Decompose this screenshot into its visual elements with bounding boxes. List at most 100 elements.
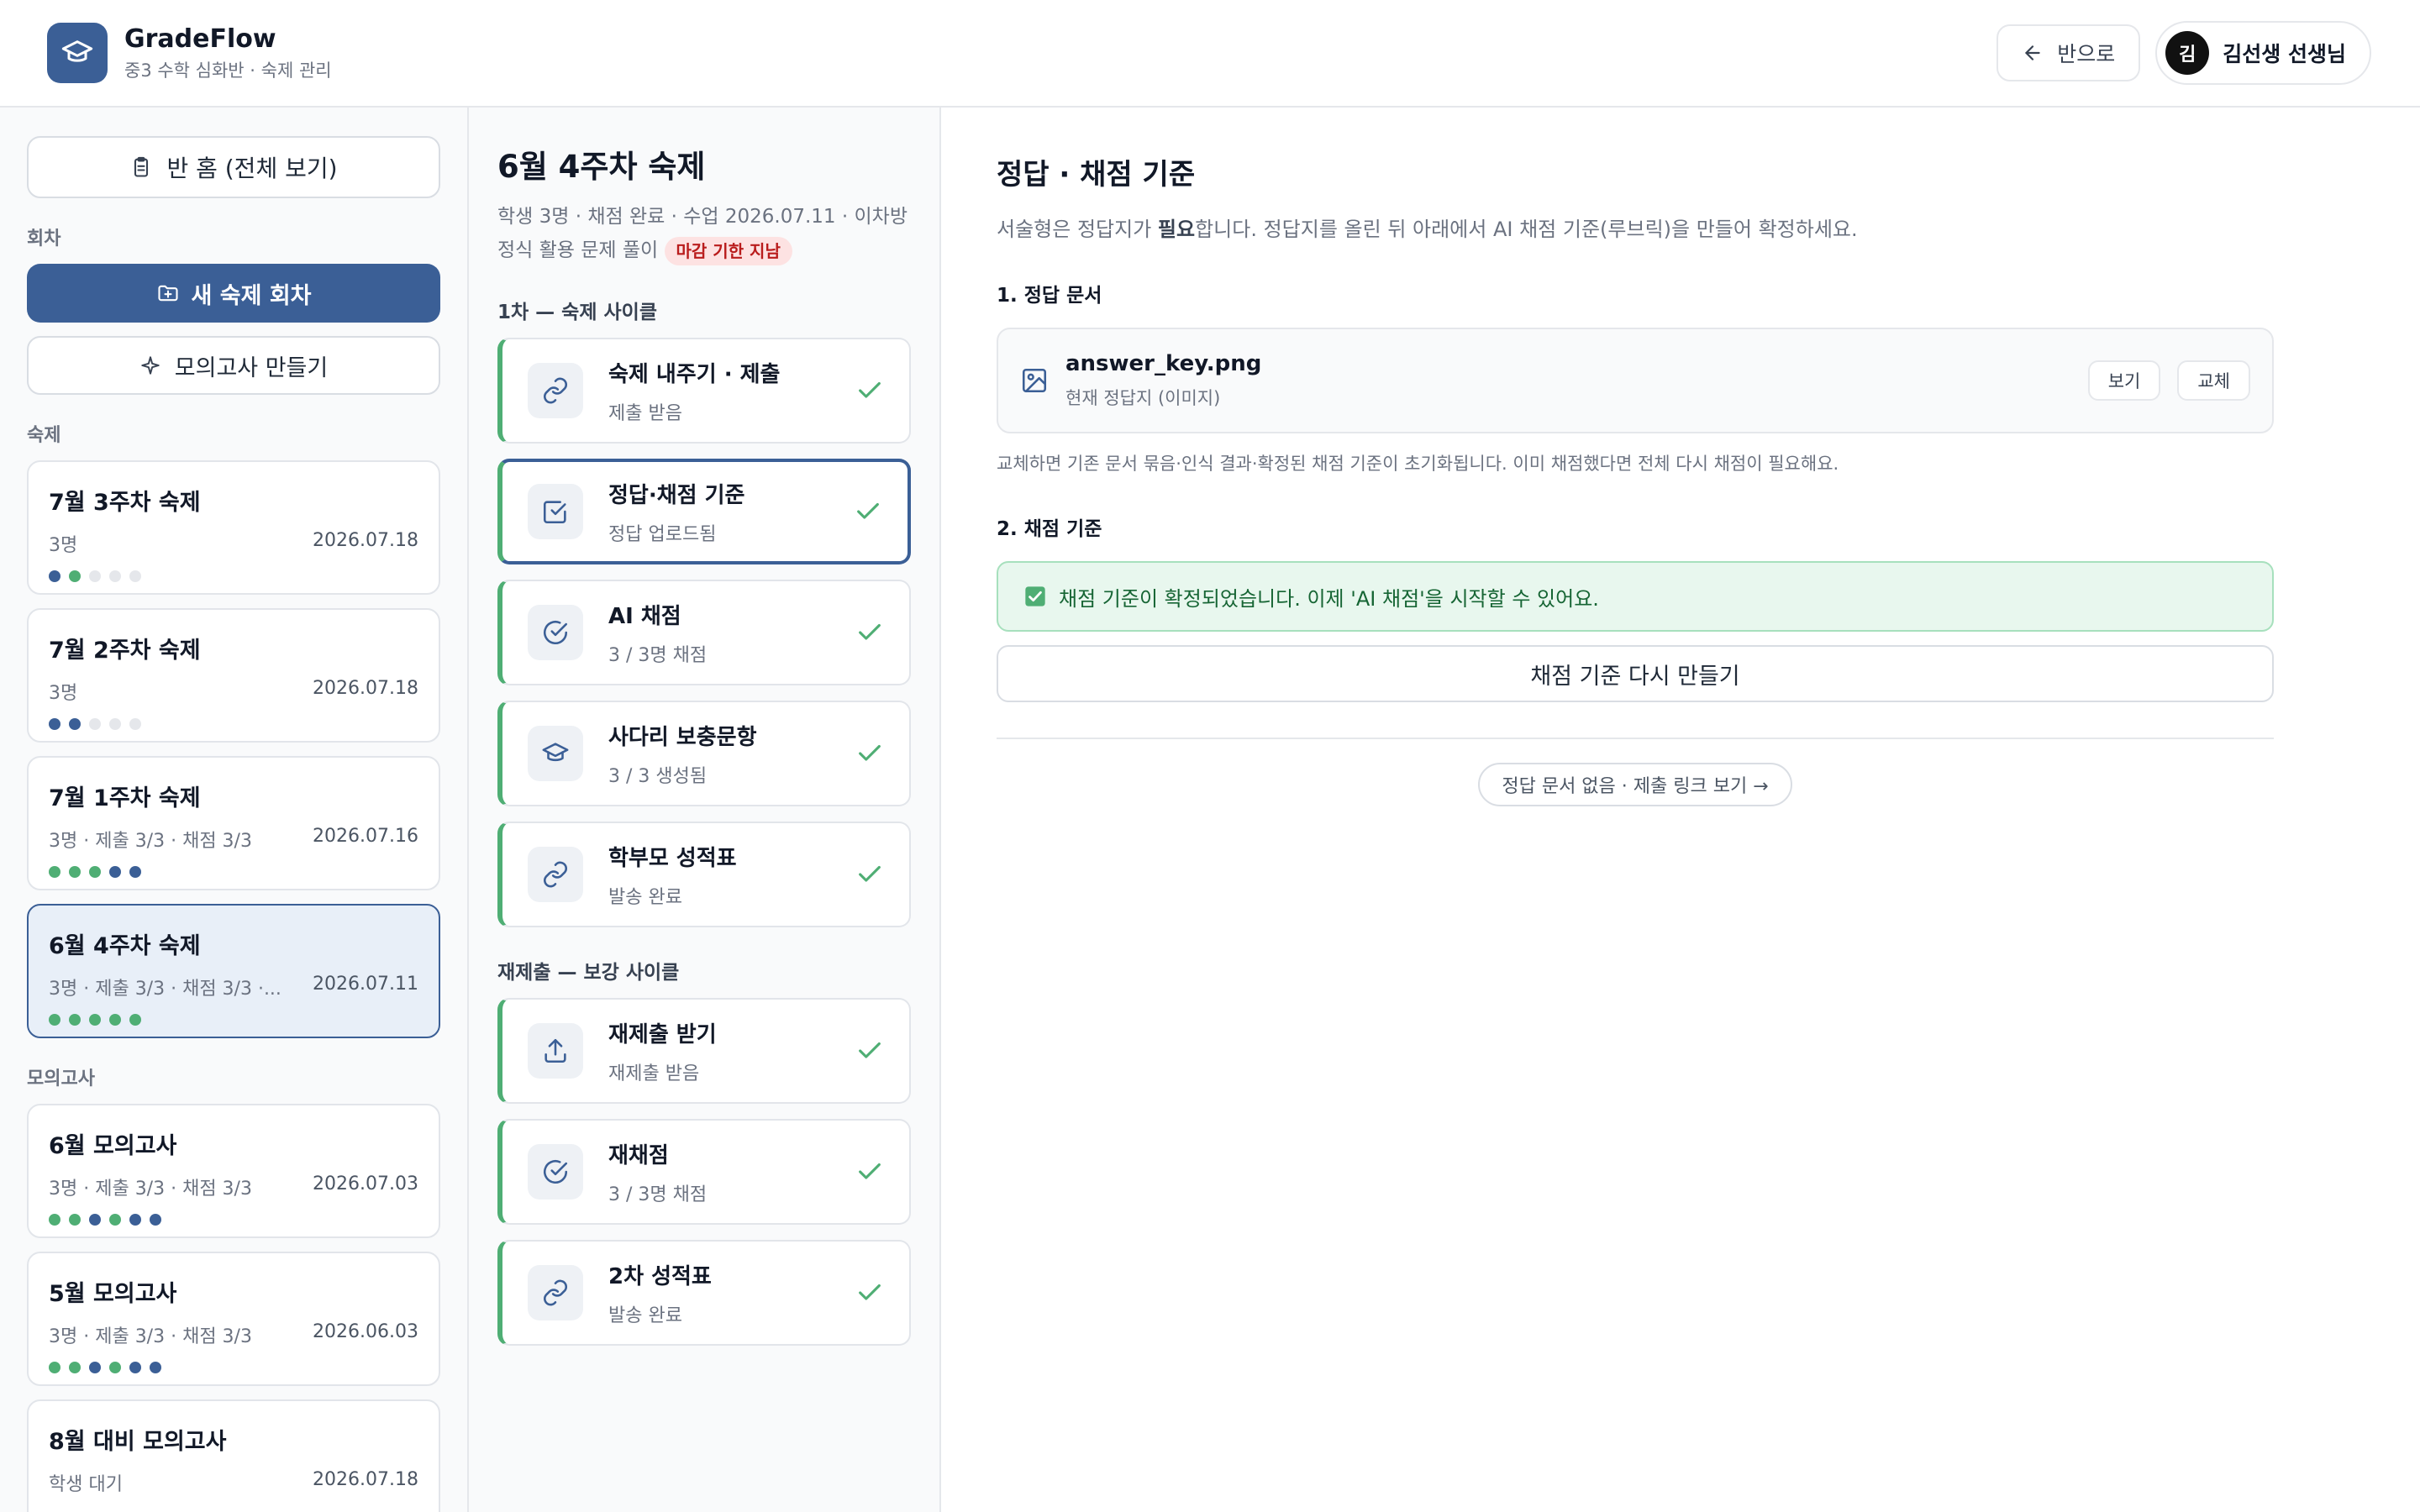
top-header: GradeFlow 중3 수학 심화반 · 숙제 관리 반으로 김 김선생 선생…: [0, 0, 2420, 108]
check-icon: [859, 865, 881, 882]
progress-dot: [69, 1014, 81, 1026]
rubric-panel: 정답 · 채점 기준 서술형은 정답지가 필요합니다. 정답지를 올린 뒤 아래…: [941, 108, 2420, 1512]
homework-card[interactable]: 7월 2주차 숙제 3명 2026.07.18: [27, 608, 440, 743]
progress-dots: [49, 1362, 418, 1373]
image-icon: [1022, 368, 1047, 393]
progress-dot: [150, 1362, 161, 1373]
content-area: 반 홈 (전체 보기) 회차 새 숙제 회차 모의고사 만들기 숙제 7월 3주…: [0, 108, 2420, 1512]
link-icon: [543, 377, 568, 404]
step-status: 정답 업로드됨: [608, 523, 717, 545]
progress-dot: [109, 866, 121, 878]
link-icon: [543, 861, 568, 888]
homework-date: 2026.07.11: [313, 974, 418, 995]
step-status: 재제출 받음: [608, 1063, 700, 1084]
step-second-report[interactable]: 2차 성적표 발송 완료: [497, 1240, 911, 1346]
homework-card[interactable]: 7월 1주차 숙제 3명 · 제출 3/3 · 채점 3/3 2026.07.16: [27, 756, 440, 890]
upload-icon: [544, 1038, 566, 1063]
homework-meta: 3명 · 제출 3/3 · 채점 3/3: [49, 831, 252, 852]
progress-dot: [49, 718, 60, 730]
progress-dot: [129, 1214, 141, 1226]
progress-dot: [49, 1014, 60, 1026]
class-home-button[interactable]: 반 홈 (전체 보기): [27, 136, 440, 198]
create-mock-exam-button[interactable]: 모의고사 만들기: [27, 336, 440, 395]
homework-heading: 6월 4주차 숙제: [497, 149, 706, 185]
checkbox-checked-icon: [1025, 586, 1045, 606]
step-title: 사다리 보충문항: [608, 724, 757, 750]
app-root: GradeFlow 중3 수학 심화반 · 숙제 관리 반으로 김 김선생 선생…: [0, 0, 2420, 1512]
panel-title: 정답 · 채점 기준: [997, 158, 1196, 192]
mock-exam-list: 6월 모의고사 3명 · 제출 3/3 · 채점 3/3 2026.07.03 5…: [27, 1104, 440, 1512]
mock-exam-title: 5월 모의고사: [49, 1281, 177, 1307]
section-rubric: 2. 채점 기준: [997, 518, 1102, 540]
avatar: 김: [2165, 31, 2210, 75]
section-homework: 숙제: [27, 425, 61, 446]
homework-date: 2026.07.18: [313, 678, 418, 699]
regenerate-rubric-button[interactable]: 채점 기준 다시 만들기: [997, 645, 2274, 702]
sparkle-icon: [141, 356, 160, 375]
new-round-button[interactable]: 새 숙제 회차: [27, 264, 440, 323]
homework-card-selected[interactable]: 6월 4주차 숙제 3명 · 제출 3/3 · 채점 3/3 ·... 2026.…: [27, 904, 440, 1038]
replace-file-button[interactable]: 교체: [2177, 360, 2250, 401]
step-resubmission[interactable]: 재제출 받기 재제출 받음: [497, 998, 911, 1104]
view-file-button[interactable]: 보기: [2087, 360, 2161, 401]
section-answer-doc: 1. 정답 문서: [997, 285, 1102, 307]
overdue-badge: 마감 기한 지남: [664, 236, 792, 265]
mock-exam-meta: 학생 대기: [49, 1474, 123, 1495]
step-assign-submit[interactable]: 숙제 내주기 · 제출 제출 받음: [497, 338, 911, 444]
mock-exam-title: 6월 모의고사: [49, 1133, 177, 1159]
progress-dot: [69, 1362, 81, 1373]
replace-warning: 교체하면 기존 문서 묶음·인식 결과·확정된 채점 기준이 초기화됩니다. 이…: [997, 454, 1839, 474]
progress-dot: [150, 1214, 161, 1226]
brand: GradeFlow 중3 수학 심화반 · 숙제 관리: [124, 24, 332, 82]
homework-description: 학생 3명 · 채점 완료 · 수업 2026.07.11 · 이차방정식 활용…: [497, 200, 911, 267]
step-status: 3 / 3명 채점: [608, 644, 708, 666]
homework-steps-panel: 6월 4주차 숙제 학생 3명 · 채점 완료 · 수업 2026.07.11 …: [469, 108, 941, 1512]
checkbox-icon: [543, 501, 566, 524]
link-icon: [543, 1279, 568, 1306]
homework-meta: 3명: [49, 683, 78, 704]
step-title: AI 채점: [608, 603, 681, 629]
step-answer-rubric[interactable]: 정답·채점 기준 정답 업로드됨: [497, 459, 911, 564]
check-icon: [859, 1042, 881, 1058]
mock-exam-card[interactable]: 8월 대비 모의고사 학생 대기 2026.07.18: [27, 1399, 440, 1512]
homework-title: 7월 1주차 숙제: [49, 785, 201, 811]
progress-dot: [89, 1362, 101, 1373]
mock-exam-card[interactable]: 6월 모의고사 3명 · 제출 3/3 · 채점 3/3 2026.07.03: [27, 1104, 440, 1238]
homework-card[interactable]: 7월 3주차 숙제 3명 2026.07.18: [27, 460, 440, 595]
progress-dot: [89, 570, 101, 582]
progress-dot: [89, 866, 101, 878]
check-icon: [859, 1163, 881, 1179]
progress-dot: [109, 1014, 121, 1026]
step-status: 3 / 3명 채점: [608, 1184, 708, 1205]
check-circle-icon: [543, 1159, 568, 1184]
step-ai-grading[interactable]: AI 채점 3 / 3명 채점: [497, 580, 911, 685]
mock-exam-card[interactable]: 5월 모의고사 3명 · 제출 3/3 · 채점 3/3 2026.06.03: [27, 1252, 440, 1386]
step-title: 재채점: [608, 1142, 669, 1168]
folder-plus-icon: [157, 285, 178, 302]
homework-title: 7월 2주차 숙제: [49, 638, 201, 664]
homework-date: 2026.07.18: [313, 530, 418, 551]
step-status: 발송 완료: [608, 886, 682, 908]
homework-title: 6월 4주차 숙제: [49, 933, 201, 959]
no-answer-doc-link[interactable]: 정답 문서 없음 · 제출 링크 보기 →: [1478, 763, 1792, 806]
back-label: 반으로: [2057, 42, 2116, 66]
user-menu[interactable]: 김 김선생 선생님: [2155, 21, 2371, 85]
section-mock-exams: 모의고사: [27, 1068, 95, 1089]
step-ladder-problems[interactable]: 사다리 보충문항 3 / 3 생성됨: [497, 701, 911, 806]
create-mock-exam-label: 모의고사 만들기: [174, 354, 329, 381]
check-icon: [859, 1284, 881, 1300]
progress-dots: [49, 570, 418, 582]
file-name: answer_key.png: [1065, 351, 1262, 376]
check-icon: [859, 744, 881, 761]
progress-dot: [49, 1214, 60, 1226]
progress-dot: [109, 718, 121, 730]
check-icon: [859, 381, 881, 398]
progress-dot: [69, 718, 81, 730]
step-regrading[interactable]: 재채점 3 / 3명 채점: [497, 1119, 911, 1225]
progress-dot: [129, 718, 141, 730]
step-status: 발송 완료: [608, 1305, 682, 1326]
homework-list: 7월 3주차 숙제 3명 2026.07.18 7월 2주차 숙제 3명 2026.…: [27, 460, 440, 1038]
step-parent-report[interactable]: 학부모 성적표 발송 완료: [497, 822, 911, 927]
back-to-class-button[interactable]: 반으로: [1996, 24, 2141, 81]
progress-dot: [69, 1214, 81, 1226]
